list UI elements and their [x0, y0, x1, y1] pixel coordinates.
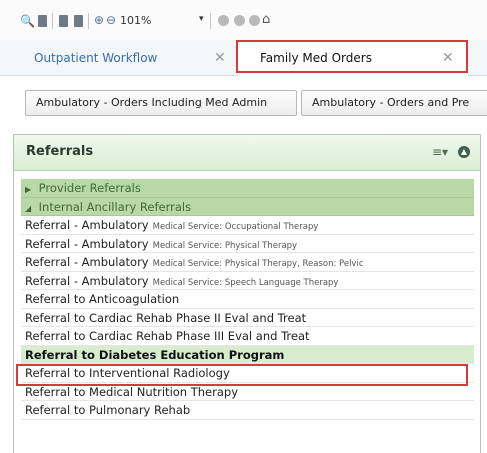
zoom-value: 101%: [120, 14, 152, 27]
item-label: Referral - Ambulatory: [25, 273, 149, 288]
tab-label: Outpatient Workflow: [34, 51, 158, 65]
referrals-list: ▶ Provider Referrals ◢ Internal Ancillar…: [21, 179, 474, 420]
group-label: Provider Referrals: [38, 181, 141, 195]
zoom-select[interactable]: 101%: [116, 12, 186, 30]
item-label: Referral to Interventional Radiology: [25, 366, 230, 380]
panel-header: Referrals ≡▾ ▲: [14, 135, 480, 171]
expand-arrow-icon: ▶: [25, 185, 32, 194]
item-label: Referral to Cardiac Rehab Phase II Eval …: [25, 310, 307, 325]
toolbar-divider: [210, 13, 211, 29]
circle-icon[interactable]: [218, 15, 229, 26]
menu-icon[interactable]: ≡▾: [432, 145, 448, 159]
tab-label: Family Med Orders: [260, 51, 372, 65]
orderset-button[interactable]: Ambulatory - Orders Including Med Admin: [25, 90, 297, 116]
panel-title: Referrals: [26, 144, 94, 159]
item-label: Referral to Diabetes Education Program: [25, 347, 285, 362]
page-icon[interactable]: [38, 15, 47, 27]
list-item[interactable]: Referral to Interventional Radiology: [21, 364, 474, 383]
binoculars-icon[interactable]: 🔍: [20, 14, 35, 28]
item-detail: Medical Service: Physical Therapy, Reaso…: [152, 259, 364, 269]
close-icon[interactable]: ✕: [442, 40, 454, 76]
list-item-selected[interactable]: Referral to Diabetes Education Program: [21, 345, 474, 364]
list-item[interactable]: Referral - Ambulatory Medical Service: Oc…: [21, 216, 474, 235]
close-icon[interactable]: ✕: [214, 40, 226, 76]
list-item[interactable]: Referral to Medical Nutrition Therapy: [21, 383, 474, 401]
item-label: Referral - Ambulatory: [25, 255, 149, 269]
tab-outpatient-workflow[interactable]: Outpatient Workflow ✕: [20, 40, 230, 76]
item-detail: Medical Service: Occupational Therapy: [152, 222, 319, 232]
referrals-panel: Referrals ≡▾ ▲ ▶ Provider Referrals ◢ In…: [13, 134, 481, 453]
collapse-icon[interactable]: ▲: [458, 146, 470, 158]
group-label: Internal Ancillary Referrals: [38, 199, 192, 214]
tab-strip: Outpatient Workflow ✕ Family Med Orders …: [0, 40, 487, 76]
orderset-button[interactable]: Ambulatory - Orders and Pre: [301, 90, 487, 116]
toolbar-divider: [52, 13, 53, 29]
item-label: Referral to Cardiac Rehab Phase III Eval…: [25, 329, 310, 343]
item-label: Referral - Ambulatory: [25, 236, 149, 251]
item-label: Referral - Ambulatory: [25, 218, 149, 232]
group-provider-referrals[interactable]: ▶ Provider Referrals: [21, 179, 474, 198]
item-label: Referral to Medical Nutrition Therapy: [25, 384, 239, 399]
list-item[interactable]: Referral - Ambulatory Medical Service: Ph…: [21, 235, 474, 253]
circle-icon[interactable]: [234, 15, 245, 26]
circle-icon[interactable]: [249, 15, 260, 26]
home-icon[interactable]: ⌂: [262, 12, 270, 27]
item-label: Referral to Pulmonary Rehab: [25, 403, 191, 417]
toolbar: 🔍 ⊕ ⊖ 101% ▾ ⌂: [0, 0, 487, 40]
orderset-bar: Ambulatory - Orders Including Med Admin …: [0, 84, 487, 126]
item-detail: Medical Service: Physical Therapy: [152, 240, 298, 251]
group-internal-ancillary-referrals[interactable]: ◢ Internal Ancillary Referrals: [21, 197, 474, 216]
tab-family-med-orders[interactable]: Family Med Orders ✕: [238, 40, 468, 76]
item-label: Referral to Anticoagulation: [25, 292, 180, 306]
collapse-arrow-icon: ◢: [25, 203, 32, 213]
print-icon[interactable]: [74, 15, 83, 27]
chevron-down-icon[interactable]: ▾: [199, 14, 204, 24]
list-item[interactable]: Referral to Cardiac Rehab Phase III Eval…: [21, 327, 474, 346]
list-item[interactable]: Referral - Ambulatory Medical Service: Ph…: [21, 253, 474, 272]
list-item[interactable]: Referral - Ambulatory Medical Service: Sp…: [21, 272, 474, 290]
item-detail: Medical Service: Speech Language Therapy: [152, 277, 339, 288]
list-item[interactable]: Referral to Cardiac Rehab Phase II Eval …: [21, 309, 474, 327]
toolbar-divider: [88, 13, 89, 29]
list-item[interactable]: Referral to Anticoagulation: [21, 290, 474, 309]
print-preview-icon[interactable]: [59, 15, 68, 27]
list-item[interactable]: Referral to Pulmonary Rehab: [21, 401, 474, 420]
